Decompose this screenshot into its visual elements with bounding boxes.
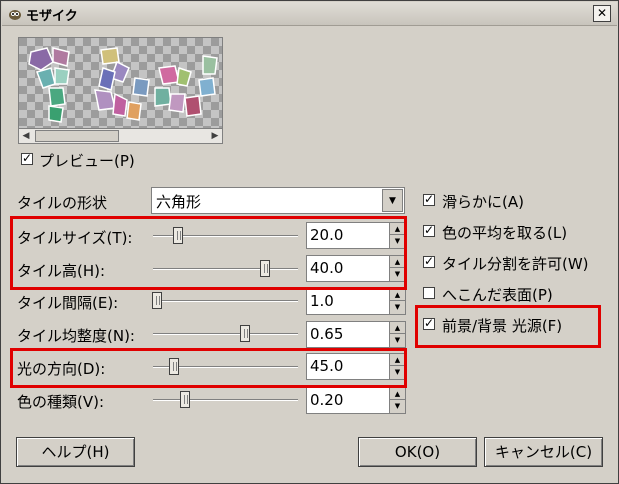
antialiasing-checkbox[interactable] [423, 192, 435, 206]
tile-shape-label: タイルの形状 [17, 194, 108, 212]
tile-height-spin[interactable]: 40.0 ▲ ▼ [306, 255, 406, 282]
tile-neatness-slider[interactable] [240, 325, 250, 342]
pitted-surfaces-label: へこんだ表面(P) [442, 286, 553, 304]
fg-bg-lighting-label: 前景/背景 光源(F) [442, 317, 563, 335]
tile-shape-select[interactable]: 六角形 ▼ [151, 187, 405, 214]
scrollbar-thumb[interactable] [35, 130, 119, 142]
tile-size-spin[interactable]: 20.0 ▲ ▼ [306, 222, 406, 249]
tile-spacing-spin[interactable]: 1.0 ▲ ▼ [306, 288, 406, 315]
preview-image [18, 37, 223, 130]
preview-scrollbar[interactable]: ◀ ▶ [18, 128, 223, 144]
tile-neatness-label: タイル均整度(N): [17, 327, 135, 345]
spin-up-icon[interactable]: ▲ [390, 322, 405, 334]
spin-down-icon[interactable]: ▼ [390, 268, 405, 280]
color-variation-slider[interactable] [180, 391, 190, 408]
spin-down-icon[interactable]: ▼ [390, 334, 405, 346]
color-variation-track[interactable] [153, 399, 298, 401]
light-direction-spin[interactable]: 45.0 ▲ ▼ [306, 353, 406, 380]
close-icon[interactable]: ✕ [593, 5, 611, 22]
tile-height-track[interactable] [153, 268, 298, 270]
scroll-left-icon[interactable]: ◀ [19, 129, 33, 143]
tile-neatness-track[interactable] [153, 333, 298, 335]
gimp-app-icon [8, 7, 22, 21]
tile-size-slider[interactable] [173, 227, 183, 244]
tile-height-value[interactable]: 40.0 [310, 259, 343, 277]
light-direction-value[interactable]: 45.0 [310, 357, 343, 375]
scroll-right-icon[interactable]: ▶ [208, 129, 222, 143]
title-bar[interactable]: モザイク ✕ [2, 2, 617, 26]
spin-up-icon[interactable]: ▲ [390, 256, 405, 268]
pitted-surfaces-checkbox[interactable] [423, 287, 435, 299]
tile-neatness-spin[interactable]: 0.65 ▲ ▼ [306, 321, 406, 348]
tile-spacing-value[interactable]: 1.0 [310, 292, 334, 310]
allow-split-label: タイル分割を許可(W) [442, 255, 589, 273]
color-averaging-label: 色の平均を取る(L) [442, 224, 568, 242]
light-direction-slider[interactable] [169, 358, 179, 375]
antialiasing-label: 滑らかに(A) [442, 193, 524, 211]
tile-size-label: タイルサイズ(T): [17, 229, 133, 247]
tile-neatness-value[interactable]: 0.65 [310, 325, 343, 343]
chevron-down-icon[interactable]: ▼ [382, 189, 403, 212]
spin-down-icon[interactable]: ▼ [390, 366, 405, 378]
tile-height-label: タイル高(H): [17, 262, 106, 280]
tile-spacing-slider[interactable] [152, 292, 162, 309]
spin-up-icon[interactable]: ▲ [390, 289, 405, 301]
color-variation-value[interactable]: 0.20 [310, 391, 343, 409]
tile-size-value[interactable]: 20.0 [310, 226, 343, 244]
spin-down-icon[interactable]: ▼ [390, 235, 405, 247]
spin-down-icon[interactable]: ▼ [390, 400, 405, 412]
help-button[interactable]: ヘルプ(H) [16, 437, 135, 467]
mosaic-dialog: モザイク ✕ ◀ ▶ ✓ プレビュー(P) タイルの形状 六角形 ▼ タイルサイ… [0, 0, 619, 484]
spin-up-icon[interactable]: ▲ [390, 388, 405, 400]
allow-split-checkbox[interactable] [423, 254, 435, 268]
tile-spacing-track[interactable] [153, 300, 298, 302]
window-title: モザイク [26, 9, 78, 24]
color-averaging-checkbox[interactable] [423, 223, 435, 237]
color-variation-label: 色の種類(V): [17, 393, 105, 411]
ok-button[interactable]: OK(O) [358, 437, 477, 467]
spin-up-icon[interactable]: ▲ [390, 354, 405, 366]
tile-spacing-label: タイル間隔(E): [17, 294, 119, 312]
fg-bg-lighting-checkbox[interactable] [423, 316, 435, 330]
light-direction-label: 光の方向(D): [17, 360, 106, 378]
cancel-button[interactable]: キャンセル(C) [484, 437, 603, 467]
preview-checkbox[interactable] [21, 151, 33, 165]
spin-down-icon[interactable]: ▼ [390, 301, 405, 313]
tile-height-slider[interactable] [260, 260, 270, 277]
preview-label: プレビュー(P) [39, 152, 135, 170]
color-variation-spin[interactable]: 0.20 ▲ ▼ [306, 387, 406, 414]
spin-up-icon[interactable]: ▲ [390, 223, 405, 235]
tile-shape-value: 六角形 [156, 193, 202, 211]
